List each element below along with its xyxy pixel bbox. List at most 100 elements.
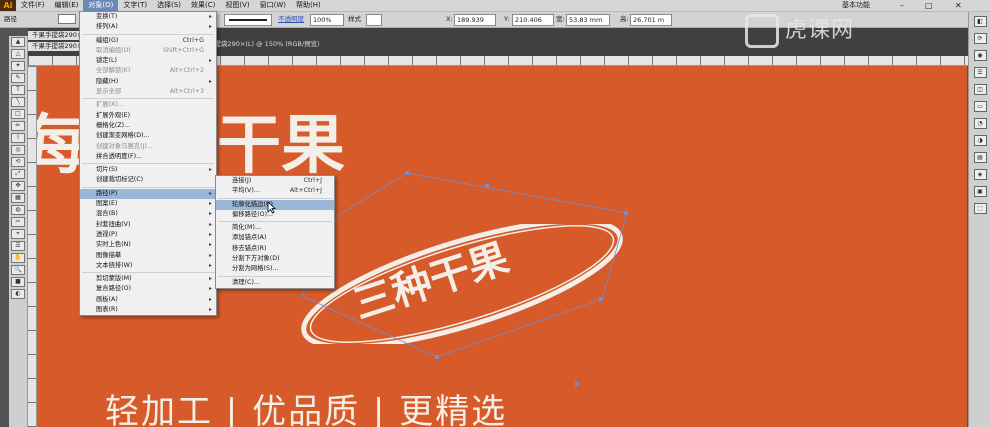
object-menu-item-label: 图像描摹	[96, 251, 122, 259]
object-menu-item[interactable]: 扩展外观(E)	[80, 111, 216, 121]
tool-icon-6[interactable]: □	[11, 109, 25, 119]
object-menu-item[interactable]: 图像描摹 ▸	[80, 251, 216, 261]
panel-icon-5[interactable]: ▭	[973, 101, 987, 112]
object-menu-item[interactable]: 路径(P) ▸	[80, 188, 216, 200]
object-menu-item-label: 变换(T)	[96, 13, 118, 20]
object-menu-item[interactable]: 拼合透明度(F)...	[80, 152, 216, 162]
brush-definition[interactable]	[224, 14, 272, 26]
menu-3[interactable]: 文字(T)	[118, 0, 152, 11]
tool-icon-16[interactable]: ⌖	[11, 229, 25, 239]
object-menu-item[interactable]: 透视(P) ▸	[80, 230, 216, 240]
object-menu-item-shortcut: Ctrl+G	[182, 36, 204, 44]
tool-icon-1[interactable]: △	[11, 49, 25, 59]
tool-icon-14[interactable]: ◍	[11, 205, 25, 215]
object-menu-item[interactable]: 剪切蒙版(M) ▸	[80, 274, 216, 284]
panel-icon-6[interactable]: ◔	[973, 118, 987, 129]
maximize-button[interactable]: □	[925, 0, 933, 11]
tool-icon-20[interactable]: ■	[11, 277, 25, 287]
object-menu-item-label: 隐藏(H)	[96, 77, 119, 85]
panel-icon-10[interactable]: ▣	[973, 186, 987, 197]
menu-5[interactable]: 效果(C)	[186, 0, 220, 11]
menu-separator	[218, 275, 332, 277]
submenu-arrow-icon: ▸	[208, 13, 212, 20]
object-menu-item[interactable]: 混合(B) ▸	[80, 209, 216, 219]
tool-icon-10[interactable]: ⟲	[11, 157, 25, 167]
object-menu-item[interactable]: 栅格化(Z)...	[80, 121, 216, 131]
app-logo: Ai	[0, 0, 16, 11]
vertical-ruler[interactable]	[28, 66, 37, 427]
panel-icon-2[interactable]: ◉	[973, 50, 987, 61]
menu-0[interactable]: 文件(F)	[16, 0, 50, 11]
path-submenu-item[interactable]: 分割为网格(S)...	[216, 264, 334, 274]
object-menu-item[interactable]: 锁定(L) ▸	[80, 56, 216, 66]
height-field[interactable]: 26.701 m	[630, 14, 672, 26]
tool-icon-7[interactable]: ✏	[11, 121, 25, 131]
tool-icon-8[interactable]: ⌇	[11, 133, 25, 143]
opacity-link[interactable]: 不透明度	[278, 14, 304, 24]
x-field[interactable]: 189.939	[454, 14, 496, 26]
width-field[interactable]: 53.83 mm	[566, 14, 610, 26]
panel-icon-3[interactable]: ☰	[973, 67, 987, 78]
panel-icon-4[interactable]: ◫	[973, 84, 987, 95]
panel-icon-8[interactable]: ▤	[973, 152, 987, 163]
workspace-switcher[interactable]: 基本功能	[842, 0, 870, 11]
object-menu-item[interactable]: 实时上色(N) ▸	[80, 240, 216, 250]
menu-1[interactable]: 编辑(E)	[50, 0, 84, 11]
object-menu-item[interactable]: 图表(R) ▸	[80, 305, 216, 315]
object-menu-item[interactable]: 图案(E) ▸	[80, 199, 216, 209]
tool-icon-12[interactable]: ✥	[11, 181, 25, 191]
menu-8[interactable]: 帮助(H)	[291, 0, 326, 11]
tool-icon-21[interactable]: ◐	[11, 289, 25, 299]
tool-icon-9[interactable]: ◎	[11, 145, 25, 155]
tool-icon-15[interactable]: ✂	[11, 217, 25, 227]
tool-icon-13[interactable]: ▦	[11, 193, 25, 203]
panel-icon-0[interactable]: ◧	[973, 16, 987, 27]
object-menu-item[interactable]: 排列(A) ▸	[80, 22, 216, 32]
object-menu-item[interactable]: 复合路径(O) ▸	[80, 284, 216, 294]
slogan-text[interactable]: 轻加工 | 优品质 | 更精选	[105, 384, 507, 427]
close-button[interactable]: ✕	[955, 0, 962, 11]
tool-icon-3[interactable]: ✎	[11, 73, 25, 83]
object-menu-item[interactable]: 变换(T) ▸	[80, 12, 216, 22]
path-submenu-item[interactable]: 清理(C)...	[216, 278, 334, 288]
minimize-button[interactable]: –	[900, 0, 904, 11]
tool-icon-11[interactable]: ⤢	[11, 169, 25, 179]
y-field[interactable]: 210.406	[512, 14, 554, 26]
tool-icon-19[interactable]: 🔍	[11, 265, 25, 275]
object-menu-item[interactable]: 编组(G) Ctrl+G	[80, 36, 216, 46]
path-submenu-item[interactable]: 连接(J) Ctrl+J	[216, 176, 334, 186]
object-menu-item[interactable]: 创建渐变网格(D)...	[80, 131, 216, 141]
object-menu-item-label: 创建裁切标记(C)	[96, 176, 144, 184]
object-menu-item[interactable]: 画板(A) ▸	[80, 295, 216, 305]
panel-icon-9[interactable]: ◈	[973, 169, 987, 180]
menu-6[interactable]: 视图(V)	[220, 0, 254, 11]
tool-icon-0[interactable]: ▲	[11, 37, 25, 47]
panel-icon-1[interactable]: ⟳	[973, 33, 987, 44]
tool-icon-4[interactable]: T	[11, 85, 25, 95]
tool-icon-17[interactable]: ☰	[11, 241, 25, 251]
object-menu-item[interactable]: 封套扭曲(V) ▸	[80, 220, 216, 230]
path-submenu-item[interactable]: 平均(V)... Alt+Ctrl+J	[216, 186, 334, 196]
fill-swatch[interactable]	[58, 14, 76, 24]
panel-icon-7[interactable]: ◑	[973, 135, 987, 146]
path-submenu-item[interactable]: 添加锚点(A)	[216, 233, 334, 243]
tool-icon-5[interactable]: ╲	[11, 97, 25, 107]
object-menu-item-label: 创建渐变网格(D)...	[96, 132, 150, 140]
tool-icon-18[interactable]: ✋	[11, 253, 25, 263]
object-menu-item[interactable]: 切片(S) ▸	[80, 165, 216, 175]
path-submenu-item[interactable]: 简化(M)...	[216, 223, 334, 233]
object-menu-item-label: 复合路径(O)	[96, 285, 132, 293]
tool-icon-2[interactable]: ✦	[11, 61, 25, 71]
opacity-field[interactable]: 100%	[310, 14, 344, 26]
object-menu-item[interactable]: 文本绕排(W) ▸	[80, 261, 216, 271]
object-menu-item[interactable]: 隐藏(H) ▸	[80, 77, 216, 87]
submenu-arrow-icon: ▸	[208, 275, 212, 283]
menu-4[interactable]: 选择(S)	[152, 0, 186, 11]
path-submenu-item[interactable]: 分割下方对象(D)	[216, 254, 334, 264]
object-menu-item[interactable]: 创建裁切标记(C)	[80, 175, 216, 185]
style-swatch[interactable]	[366, 14, 382, 26]
panel-icon-11[interactable]: ⬚	[973, 203, 987, 214]
path-submenu-item[interactable]: 移去锚点(R)	[216, 244, 334, 254]
menu-2[interactable]: 对象(O)	[83, 0, 119, 11]
menu-7[interactable]: 窗口(W)	[255, 0, 291, 11]
